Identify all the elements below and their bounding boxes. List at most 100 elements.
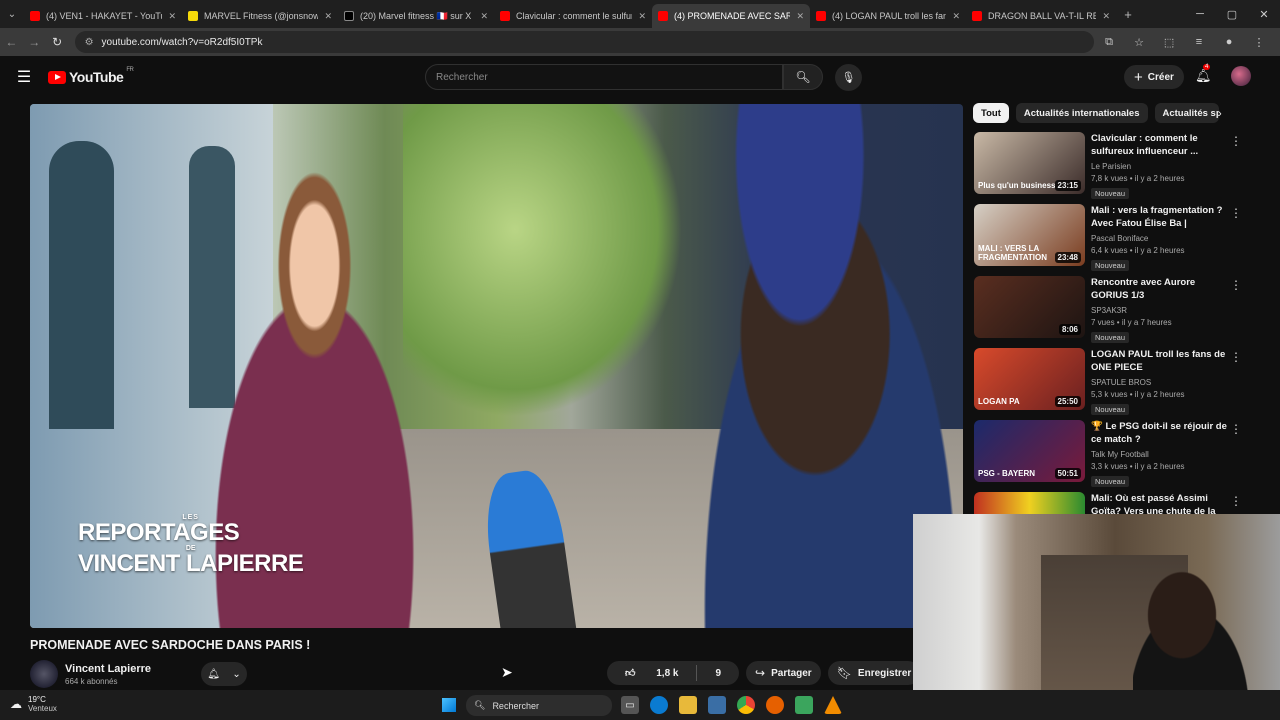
browser-tab[interactable]: DRAGON BALL VA-T-IL REL ✕ (966, 4, 1116, 28)
new-badge: Nouveau (1091, 476, 1130, 487)
like-button[interactable]: 👍︎ 1,8 k (607, 667, 696, 679)
chip-world-news[interactable]: Actualités internationales (1015, 103, 1148, 123)
video-thumbnail[interactable]: 8:06 (974, 276, 1085, 338)
browser-tab[interactable]: (20) Marvel fitness 🇫🇷 sur X : "M ✕ (338, 4, 494, 28)
voice-search-button[interactable]: 🎙︎ (835, 64, 862, 91)
recommendation-meta: 7 vues • il y a 7 heures (1091, 318, 1172, 327)
recommendation-title[interactable]: Mali : vers la fragmentation ? Avec Fato… (1091, 204, 1229, 230)
recommendation-item[interactable]: Plus qu'un business 23:15 Clavicular : com… (974, 132, 1264, 201)
close-tab-icon[interactable]: ✕ (324, 11, 332, 22)
close-tab-icon[interactable]: ✕ (638, 11, 646, 22)
recommendation-item[interactable]: LOGAN PA 25:50 LOGAN PAUL troll les fans d… (974, 348, 1264, 417)
task-view-icon[interactable]: ▭ (621, 696, 639, 714)
media-control-icon[interactable]: ≡ (1184, 36, 1214, 49)
recommendation-title[interactable]: Rencontre avec Aurore GORIUS 1/3 (1091, 276, 1229, 302)
video-player[interactable]: LES REPORTAGES DE VINCENT LAPIERRE (30, 104, 963, 628)
close-tab-icon[interactable]: ✕ (952, 11, 960, 22)
video-thumbnail[interactable]: MALI : VERS LA FRAGMENTATION 23:48 (974, 204, 1085, 266)
store-icon[interactable] (708, 696, 726, 714)
youtube-logo[interactable]: YouTube FR (48, 67, 134, 85)
recommendation-item[interactable]: PSG - BAYERN 50:51 🏆 Le PSG doit-il se réj… (974, 420, 1264, 489)
save-button[interactable]: 🔖︎ Enregistrer (827, 661, 921, 685)
chevron-right-icon[interactable]: › (1218, 108, 1222, 120)
browser-menu-icon[interactable]: ⋮ (1244, 36, 1274, 49)
video-title: PROMENADE AVEC SARDOCHE DANS PARIS ! (30, 638, 311, 652)
recommendation-item[interactable]: MALI : VERS LA FRAGMENTATION 23:48 Mali : … (974, 204, 1264, 273)
browser-tab[interactable]: (4) LOGAN PAUL troll les fans d ✕ (810, 4, 966, 28)
recommendation-item[interactable]: 8:06 Rencontre avec Aurore GORIUS 1/3 SP3A… (974, 276, 1264, 345)
more-options-icon[interactable]: ⋮ (1230, 494, 1242, 508)
channel-avatar[interactable] (30, 660, 58, 688)
new-tab-button[interactable]: + (1116, 7, 1140, 22)
recommendation-title[interactable]: 🏆 Le PSG doit-il se réjouir de ce match … (1091, 420, 1229, 446)
recommendation-channel[interactable]: Pascal Boniface (1091, 234, 1229, 243)
close-window-icon[interactable]: ✕ (1248, 8, 1280, 21)
notifications-button[interactable]: 🔔︎ 4 (1195, 64, 1212, 84)
more-options-icon[interactable]: ⋮ (1230, 422, 1242, 436)
dislike-button[interactable]: 9 (697, 668, 739, 679)
minimize-icon[interactable]: ─ (1184, 8, 1216, 20)
taskbar-apps: ▭ (621, 696, 842, 714)
reload-icon[interactable]: ↻ (46, 35, 69, 49)
bell-icon: 🔔︎ (207, 668, 220, 680)
video-duration: 23:48 (1054, 252, 1081, 263)
back-icon[interactable]: ← (0, 35, 23, 49)
edge-icon[interactable] (650, 696, 668, 714)
browser-tab[interactable]: (4) PROMENADE AVEC SAR ✕ (652, 4, 810, 28)
bookmark-star-icon[interactable]: ☆ (1124, 36, 1154, 49)
browser-tab[interactable]: MARVEL Fitness (@jonsnow78) ✕ (182, 4, 338, 28)
recommendation-title[interactable]: LOGAN PAUL troll les fans de ONE PIECE (1091, 348, 1229, 374)
like-count: 1,8 k (656, 668, 679, 679)
more-options-icon[interactable]: ⋮ (1230, 206, 1242, 220)
forward-icon[interactable]: → (23, 35, 46, 49)
site-info-icon[interactable]: ⚙ (85, 37, 94, 48)
vlc-icon[interactable] (824, 696, 842, 714)
weather-widget[interactable]: ☁ 19°C Venteux (10, 695, 57, 713)
browser-tab[interactable]: (4) VEN1 - HAKAYET - YouTube ✕ (24, 4, 182, 28)
video-thumbnail[interactable]: PSG - BAYERN 50:51 (974, 420, 1085, 482)
url-field[interactable]: ⚙ youtube.com/watch?v=oR2df5I0TPk (74, 31, 1095, 53)
video-thumbnail[interactable]: Plus qu'un business 23:15 (974, 132, 1085, 194)
app-icon[interactable] (795, 696, 813, 714)
search-button[interactable]: 🔍︎ (783, 64, 823, 90)
profile-icon[interactable]: ● (1214, 36, 1244, 49)
browser-tab[interactable]: Clavicular : comment le sulfure ✕ (494, 4, 652, 28)
close-tab-icon[interactable]: ✕ (480, 11, 488, 22)
close-tab-icon[interactable]: ✕ (168, 11, 176, 22)
search-input[interactable]: Rechercher (425, 64, 783, 90)
close-tab-icon[interactable]: ✕ (796, 11, 804, 22)
more-options-icon[interactable]: ⋮ (1230, 350, 1242, 364)
chevron-down-icon: ⌄ (232, 668, 241, 680)
channel-name[interactable]: Vincent Lapierre (65, 663, 151, 675)
microphone-icon: 🎙︎ (841, 72, 856, 84)
extensions-icon[interactable]: ⬚ (1154, 36, 1184, 49)
tab-search-icon[interactable]: ⌄ (0, 0, 24, 28)
recommendation-channel[interactable]: Le Parisien (1091, 162, 1229, 171)
more-options-icon[interactable]: ⋮ (1230, 134, 1242, 148)
recommendation-channel[interactable]: SP3AK3R (1091, 306, 1229, 315)
recommendation-title[interactable]: Clavicular : comment le sulfureux influe… (1091, 132, 1229, 158)
recommendation-channel[interactable]: SPATULE BROS (1091, 378, 1229, 387)
windows-start-icon[interactable] (442, 698, 456, 712)
recommendation-info: Mali : vers la fragmentation ? Avec Fato… (1091, 204, 1229, 273)
chip-all[interactable]: Tout (973, 103, 1009, 123)
share-button[interactable]: ↪ Partager (746, 661, 821, 685)
subscription-bell-button[interactable]: 🔔︎ ⌄ (201, 662, 247, 686)
thumbs-up-icon: 👍︎ (625, 668, 636, 679)
more-options-icon[interactable]: ⋮ (1230, 278, 1242, 292)
close-tab-icon[interactable]: ✕ (1102, 11, 1110, 22)
account-avatar[interactable] (1231, 66, 1251, 86)
file-explorer-icon[interactable] (679, 696, 697, 714)
maximize-icon[interactable]: ▢ (1216, 8, 1248, 21)
hamburger-menu-icon[interactable]: ☰ (0, 67, 48, 87)
create-button[interactable]: + Créer (1124, 65, 1184, 89)
chip-sports-news[interactable]: Actualités sp (1154, 103, 1219, 123)
taskbar-search[interactable]: 🔍︎ Rechercher (466, 695, 612, 716)
firefox-icon[interactable] (766, 696, 784, 714)
video-thumbnail[interactable]: LOGAN PA 25:50 (974, 348, 1085, 410)
chrome-icon[interactable] (737, 696, 755, 714)
recommendation-channel[interactable]: Talk My Football (1091, 450, 1229, 459)
region-code: FR (126, 67, 134, 73)
wind-icon: ☁ (10, 697, 22, 711)
install-app-icon[interactable]: ⧉ (1094, 36, 1124, 49)
